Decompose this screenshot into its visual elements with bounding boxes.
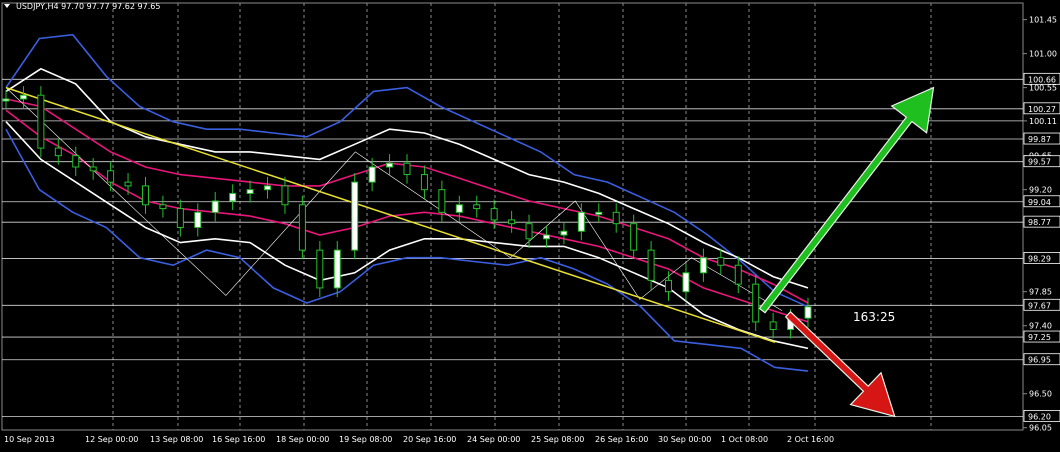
- candle-body: [595, 211, 603, 215]
- y-tick-label: 100.55: [1029, 84, 1057, 93]
- candle-body: [699, 257, 707, 274]
- candle-body: [542, 234, 550, 240]
- candle-body: [438, 189, 446, 213]
- candle-body: [107, 170, 115, 183]
- candle-body: [420, 174, 428, 191]
- x-tick-label: 12 Sep 00:00: [85, 435, 138, 444]
- candle-body: [752, 283, 760, 323]
- level-price-label: 97.67: [1028, 301, 1051, 310]
- candle-body: [612, 211, 620, 225]
- candle-body: [141, 185, 149, 206]
- candle-body: [577, 211, 585, 232]
- candle-body: [647, 249, 655, 281]
- x-tick-label: 26 Sep 16:00: [595, 435, 648, 444]
- candle-body: [455, 204, 463, 213]
- y-tick-label: 96.05: [1029, 424, 1052, 433]
- plot-frame: [1, 2, 1024, 431]
- x-tick-label: 24 Sep 00:00: [467, 435, 520, 444]
- candle-body: [211, 200, 219, 213]
- x-tick-label: 25 Sep 08:00: [531, 435, 584, 444]
- candle-body: [37, 94, 45, 149]
- price-chart-svg: 10 Sep 2013 12 Sep 00:00 13 Sep 08:00 16 Se…: [1, 2, 1060, 444]
- candle-body: [281, 185, 289, 206]
- candle-body: [351, 181, 359, 251]
- level-price-label: 98.77: [1028, 218, 1051, 227]
- x-tick-label: 1 Oct 08:00: [721, 435, 768, 444]
- candle-body: [2, 98, 10, 102]
- candle-body: [159, 204, 167, 210]
- candle-body: [72, 155, 80, 168]
- x-tick-label: 19 Sep 08:00: [339, 435, 392, 444]
- x-tick-label: 30 Sep 00:00: [658, 435, 711, 444]
- candle-body: [264, 185, 272, 191]
- candle-body: [176, 208, 184, 228]
- trend-line: [5, 86, 776, 344]
- x-tick-label: 2 Oct 16:00: [787, 435, 834, 444]
- chart: 10 Sep 2013 12 Sep 00:00 13 Sep 08:00 16 Se…: [0, 0, 1060, 448]
- y-tick-label: 97.40: [1029, 322, 1052, 331]
- candle-body: [89, 166, 97, 172]
- candle-body: [630, 223, 638, 251]
- up-arrow: [758, 86, 935, 314]
- chart-header-title: USDJPY,H4 97.70 97.77 97.62 97.65: [16, 2, 160, 11]
- level-price-label: 99.57: [1028, 158, 1051, 167]
- candle-body: [717, 257, 725, 266]
- candle-body: [386, 162, 394, 168]
- level-price-label: 96.95: [1028, 356, 1051, 365]
- candle-body: [665, 279, 673, 293]
- timer-label: 163:25: [853, 310, 895, 324]
- level-price-label: 97.25: [1028, 333, 1051, 342]
- candle-body: [403, 162, 411, 176]
- y-tick-label: 97.85: [1029, 288, 1052, 297]
- candle-body: [804, 306, 812, 319]
- level-price-label: 96.20: [1028, 412, 1051, 421]
- candle-body: [682, 272, 690, 293]
- y-tick-label: 101.45: [1029, 16, 1057, 25]
- candle-body: [525, 223, 533, 240]
- candle-body: [124, 181, 132, 187]
- candle-body: [54, 147, 62, 157]
- candle-body: [490, 208, 498, 221]
- y-tick-label: 100.11: [1029, 117, 1057, 126]
- down-arrow: [784, 310, 896, 418]
- level-price-label: 100.27: [1028, 105, 1056, 114]
- level-price-label: 100.66: [1028, 75, 1056, 84]
- candle-body: [194, 211, 202, 228]
- dropdown-arrow-icon[interactable]: [4, 4, 10, 8]
- y-tick-label: 101.00: [1029, 50, 1057, 59]
- x-tick-label: 10 Sep 2013: [4, 435, 55, 444]
- candle-body: [769, 321, 777, 330]
- level-price-label: 98.29: [1028, 254, 1051, 263]
- candle-body: [508, 219, 516, 225]
- x-tick-label: 18 Sep 00:00: [276, 435, 329, 444]
- candle-body: [229, 192, 237, 202]
- level-price-label: 99.87: [1028, 135, 1051, 144]
- x-tick-label: 13 Sep 08:00: [150, 435, 203, 444]
- candle-body: [246, 189, 254, 194]
- candle-body: [19, 94, 27, 100]
- level-price-label: 99.04: [1028, 198, 1051, 207]
- x-tick-label: 16 Sep 16:00: [212, 435, 265, 444]
- candle-body: [368, 166, 376, 183]
- candle-body: [333, 249, 341, 289]
- candle-body: [298, 204, 306, 251]
- candle-body: [560, 230, 568, 236]
- candle-body: [316, 249, 324, 289]
- x-tick-label: 20 Sep 16:00: [403, 435, 456, 444]
- candle-body: [734, 264, 742, 285]
- y-tick-label: 96.50: [1029, 390, 1052, 399]
- candle-body: [473, 204, 481, 210]
- y-tick-label: 99.20: [1029, 186, 1052, 195]
